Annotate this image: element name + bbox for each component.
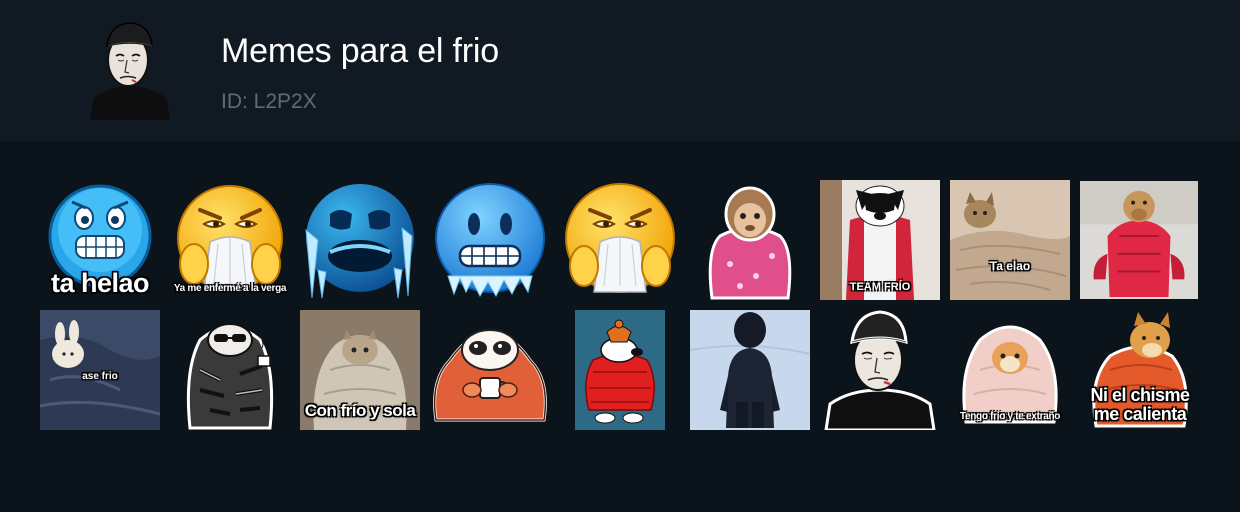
sticker-blue-frozen-face[interactable] [300, 180, 420, 300]
sticker-sick-emoji-ya-me-enferme[interactable]: Ya me enfermé a la verga [170, 180, 290, 300]
sticker-caption: Ta elao [989, 259, 1031, 273]
sticker-caption: ase frio [82, 371, 118, 382]
pack-header: Memes para el frio ID: L2P2X [0, 0, 1240, 141]
sticker-caption: Con frío y sola [304, 401, 416, 420]
sticker-sick-emoji-tissue[interactable] [560, 180, 680, 300]
sticker-dog-team-frio[interactable]: TEAM FRÍO [820, 180, 940, 300]
sticker-caption: ta helao [50, 268, 150, 298]
sticker-child-in-snow[interactable] [690, 310, 810, 430]
sticker-cat-ta-elao[interactable]: Ta elao [950, 180, 1070, 300]
sticker-caption: Tengo frío y te extraño [959, 411, 1061, 422]
sticker-cat-tengo-frio[interactable]: Tengo frío y te extraño [950, 310, 1070, 430]
sticker-monkey-in-blanket[interactable] [690, 180, 810, 300]
sticker-hooded-character-mug[interactable] [430, 310, 550, 430]
pack-title: Memes para el frio [221, 32, 499, 70]
sticker-doomer-wojak[interactable] [820, 310, 940, 430]
sticker-cold-face-emoji[interactable] [430, 180, 550, 300]
sticker-caption: TEAM FRÍO [849, 281, 911, 293]
sticker-caption: Ya me enfermé a la verga [173, 283, 287, 294]
sticker-tiger-blanket-figure[interactable] [170, 310, 290, 430]
sticker-dog-red-jacket[interactable] [1080, 180, 1198, 300]
sticker-snoopy-red-jacket[interactable] [575, 310, 665, 430]
sticker-cat-con-frio-y-sola[interactable]: Con frío y sola [300, 310, 420, 430]
sticker-freezing-emoji-ta-helao[interactable]: ta helao [40, 180, 160, 300]
sticker-caption: Ni el chisme me calienta [1090, 385, 1190, 424]
sticker-bunny-ase-frio[interactable]: ase frio [40, 310, 160, 430]
pack-id: ID: L2P2X [221, 90, 317, 113]
pack-avatar-wojak [80, 20, 180, 120]
sticker-doge-ni-el-chisme[interactable]: Ni el chisme me calienta [1080, 310, 1200, 430]
